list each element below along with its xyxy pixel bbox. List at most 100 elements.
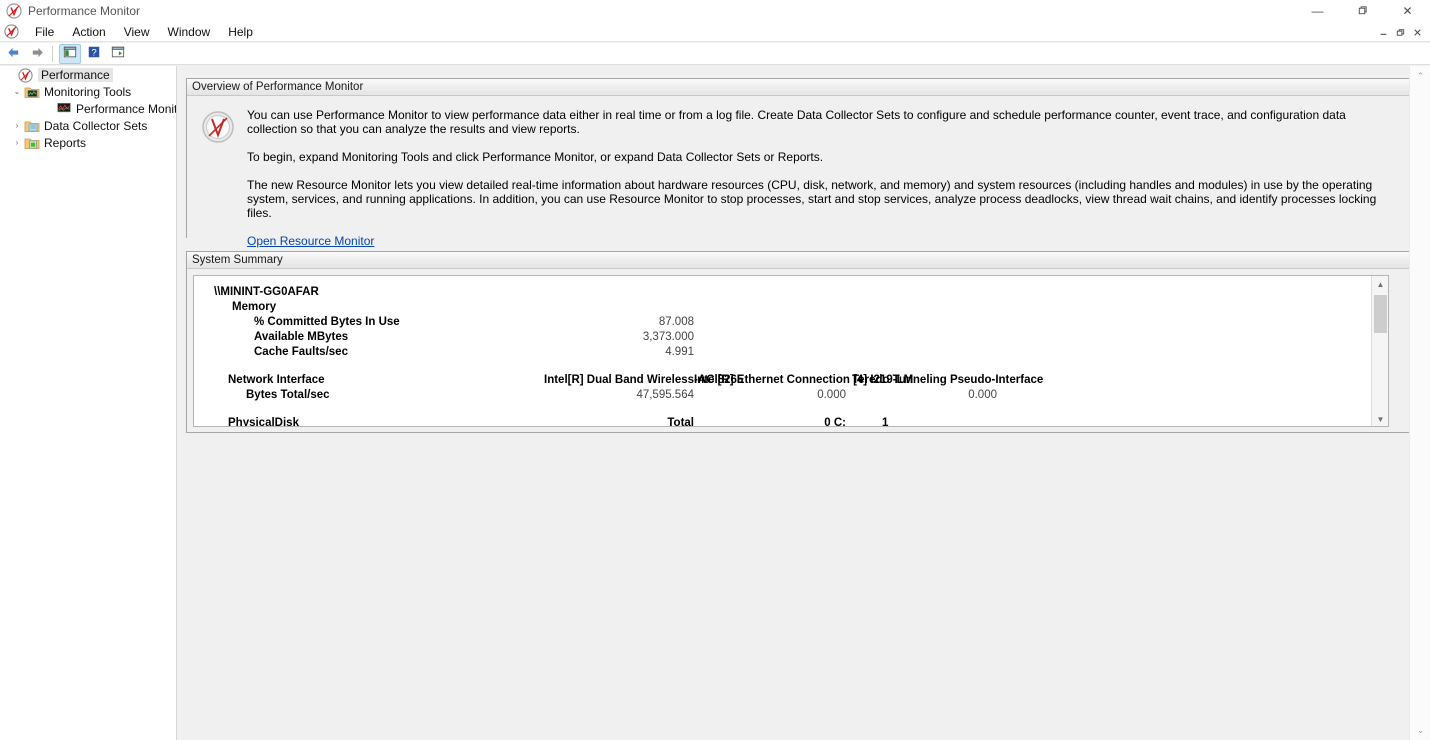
help-button[interactable]: ? <box>83 44 105 64</box>
overview-paragraph-2: To begin, expand Monitoring Tools and cl… <box>247 150 824 164</box>
tree-item-performance-monitor[interactable]: Performance Monitor <box>0 100 176 117</box>
tree-item-monitoring-tools[interactable]: ⌄ Monitoring Tools <box>0 83 176 100</box>
details-pane-scrollbar[interactable]: ⌃ ⌄ <box>1409 66 1430 740</box>
mdi-restore-button[interactable] <box>1392 25 1409 40</box>
section-title: Memory <box>232 301 277 313</box>
menu-item-file[interactable]: File <box>26 24 63 40</box>
content-area: Performance ⌄ Monitoring Tools Performan… <box>0 66 1430 740</box>
counter-value: 3,373.000 <box>642 331 694 343</box>
show-console-tree-button[interactable] <box>59 43 81 64</box>
show-action-pane-button[interactable] <box>107 44 129 64</box>
overview-text: You can use Performance Monitor to view … <box>247 108 1395 248</box>
menu-item-window[interactable]: Window <box>159 24 220 40</box>
counter-label: Available MBytes <box>254 331 349 343</box>
table-row: Cache Faults/sec 4.991 <box>194 345 1372 360</box>
restore-icon <box>1357 5 1368 18</box>
scrollbar-thumb[interactable] <box>1374 295 1387 333</box>
tree-item-performance[interactable]: Performance <box>0 66 176 83</box>
table-row: % Committed Bytes In Use 87.008 <box>194 315 1372 330</box>
show-action-pane-icon <box>111 45 125 62</box>
close-button[interactable]: ✕ <box>1385 0 1430 22</box>
tree-item-reports[interactable]: › Reports <box>0 134 176 151</box>
table-spacer-row <box>194 360 1372 373</box>
pane-splitter[interactable] <box>177 66 186 740</box>
back-button[interactable] <box>2 44 24 64</box>
chevron-right-icon[interactable]: › <box>10 118 24 134</box>
counter-label: Bytes Total/sec <box>246 389 330 401</box>
scroll-up-icon: ▲ <box>1376 280 1385 289</box>
menu-item-help[interactable]: Help <box>219 24 262 40</box>
mdi-close-button[interactable] <box>1409 25 1426 40</box>
chevron-down-icon[interactable]: ⌄ <box>10 84 24 100</box>
tree-expander <box>42 101 56 117</box>
toolbar-separator <box>52 45 53 62</box>
menu-bar: File Action View Window Help <box>0 22 1430 42</box>
system-summary-panel-title: System Summary <box>192 254 283 266</box>
back-icon <box>6 45 21 63</box>
column-header: 0 C: <box>824 417 846 427</box>
performance-monitor-icon <box>18 67 34 83</box>
system-summary-content: \\MININT-GG0AFAR Memory % Committed Byte… <box>194 276 1372 427</box>
section-title: PhysicalDisk <box>228 417 299 427</box>
forward-button[interactable] <box>26 44 48 64</box>
window-controls: — ✕ <box>1295 0 1430 22</box>
tree-item-data-collector-sets[interactable]: › Data Collector Sets <box>0 117 176 134</box>
details-pane: Overview of Performance Monitor You can … <box>186 66 1430 740</box>
tree-item-label: Performance <box>38 67 113 82</box>
counter-value: 0.000 <box>968 389 997 401</box>
column-header: Intel[R] Ethernet Connection [4] I219-LM <box>694 374 914 386</box>
tree-item-label: Performance Monitor <box>76 101 177 116</box>
mdi-window-controls <box>1375 25 1426 40</box>
performance-monitor-icon <box>4 24 19 39</box>
system-summary-panel-header: System Summary <box>187 252 1409 269</box>
tree-item-label: Data Collector Sets <box>44 118 148 133</box>
counter-label: % Committed Bytes In Use <box>254 316 400 328</box>
pane-scroll-up-button[interactable]: ⌃ <box>1410 66 1430 86</box>
chevron-right-icon[interactable]: › <box>10 135 24 151</box>
system-summary-scrollbar[interactable]: ▲ ▼ <box>1371 276 1388 426</box>
table-row: Network Interface Intel[R] Dual Band Wir… <box>194 373 1372 388</box>
overview-paragraph-1: You can use Performance Monitor to view … <box>247 108 1346 136</box>
chevron-up-icon: ⌃ <box>1416 70 1425 81</box>
system-summary-viewport: \\MININT-GG0AFAR Memory % Committed Byte… <box>193 275 1389 427</box>
scroll-down-icon: ▼ <box>1376 415 1385 424</box>
open-resource-monitor-link[interactable]: Open Resource Monitor <box>247 234 374 248</box>
performance-gauge-icon <box>201 110 235 144</box>
tree-expander <box>4 67 18 83</box>
minimize-button[interactable]: — <box>1295 0 1340 22</box>
table-row: Memory <box>194 300 1372 315</box>
chevron-down-icon: ⌄ <box>1416 724 1425 735</box>
counter-label: Cache Faults/sec <box>254 346 348 358</box>
performance-monitor-icon <box>6 3 22 19</box>
table-row: \\MININT-GG0AFAR <box>194 285 1372 300</box>
table-row: Available MBytes 3,373.000 <box>194 330 1372 345</box>
close-icon: ✕ <box>1402 4 1413 18</box>
performance-monitor-window: Performance Monitor — ✕ File Action View… <box>0 0 1430 740</box>
show-console-tree-icon <box>63 45 77 62</box>
scroll-down-button[interactable]: ▼ <box>1372 411 1388 426</box>
scroll-up-button[interactable]: ▲ <box>1372 276 1388 293</box>
reports-folder-icon <box>24 136 40 150</box>
computer-name: \\MININT-GG0AFAR <box>214 286 319 298</box>
column-header: Teredo Tunneling Pseudo-Interface <box>852 374 1044 386</box>
table-row: PhysicalDisk _Total 0 C: 1 <box>194 416 1372 427</box>
title-bar: Performance Monitor — ✕ <box>0 0 1430 22</box>
svg-text:?: ? <box>91 48 96 59</box>
menu-item-view[interactable]: View <box>115 24 159 40</box>
monitoring-tools-folder-icon <box>24 85 40 99</box>
toolbar: ? <box>0 43 1430 65</box>
table-spacer-row <box>194 403 1372 416</box>
column-header: _Total <box>660 417 694 427</box>
help-icon: ? <box>87 45 101 62</box>
window-title: Performance Monitor <box>28 4 141 18</box>
column-header: 1 <box>882 417 889 427</box>
mdi-minimize-button[interactable] <box>1375 25 1392 40</box>
counter-value: 0.000 <box>817 389 846 401</box>
system-summary-table: \\MININT-GG0AFAR Memory % Committed Byte… <box>194 285 1372 427</box>
pane-scroll-down-button[interactable]: ⌄ <box>1410 720 1430 740</box>
restore-button[interactable] <box>1340 0 1385 22</box>
overview-panel-header: Overview of Performance Monitor <box>187 79 1409 96</box>
overview-panel-body: You can use Performance Monitor to view … <box>187 96 1409 248</box>
menu-item-action[interactable]: Action <box>63 24 114 40</box>
overview-paragraph-3: The new Resource Monitor lets you view d… <box>247 178 1377 220</box>
